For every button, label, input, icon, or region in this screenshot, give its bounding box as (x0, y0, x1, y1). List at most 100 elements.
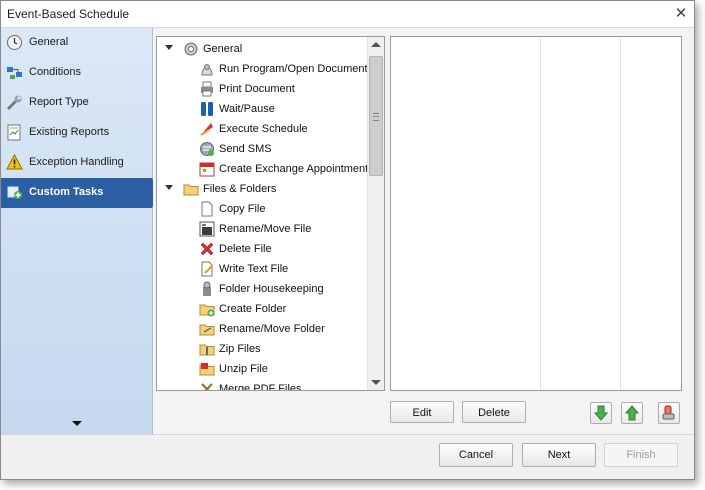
title-bar: Event-Based Schedule ✕ (1, 1, 694, 28)
tree-item[interactable]: Copy File (157, 199, 367, 219)
column-divider (620, 37, 621, 390)
window-title: Event-Based Schedule (7, 7, 130, 21)
sidebar-item-report-type[interactable]: Report Type (1, 88, 152, 118)
sidebar-item-existing-reports[interactable]: Existing Reports (1, 118, 152, 148)
tree-item[interactable]: Execute Schedule (157, 119, 367, 139)
tree-item-label: Wait/Pause (219, 103, 275, 115)
tree-scrollbar[interactable] (367, 37, 384, 390)
gear-icon (184, 42, 198, 56)
sidebar-item-label: General (29, 36, 69, 48)
report-icon (7, 124, 21, 141)
tree-item[interactable]: Wait/Pause (157, 99, 367, 119)
sidebar-item-general[interactable]: General (1, 28, 152, 58)
tree-item[interactable]: Zip Files (157, 339, 367, 359)
write-file-icon (201, 261, 213, 277)
finish-button: Finish (604, 443, 678, 467)
merge-pdf-icon (201, 383, 213, 390)
arrow-down-icon (593, 405, 609, 421)
tree-item-label: Send SMS (219, 143, 272, 155)
tree-item-label: Folder Housekeeping (219, 283, 324, 295)
tree-item-label: Merge PDF Files (219, 383, 302, 391)
close-icon[interactable]: ✕ (668, 1, 694, 27)
tree-item-label: Write Text File (219, 263, 289, 275)
tree-item-label: Create Exchange Appointment (219, 163, 369, 175)
scroll-up-icon[interactable] (371, 42, 381, 47)
tree-item-label: Rename/Move Folder (219, 323, 325, 335)
housekeeping-icon (203, 281, 211, 296)
tree-item-label: Delete File (219, 243, 272, 255)
tree-item-label: Copy File (219, 203, 266, 215)
tree-item-label: Create Folder (219, 303, 287, 315)
tree-item[interactable]: Rename/Move File (157, 219, 367, 239)
zip-icon (199, 344, 215, 356)
arrow-up-icon (624, 405, 640, 421)
copy-file-icon (201, 201, 213, 217)
custom-tasks-icon (7, 186, 22, 199)
sidebar-scroll-down-icon[interactable] (72, 421, 82, 426)
tree-item[interactable]: Create Exchange Appointment (157, 159, 369, 179)
tree-group-files-folders[interactable]: Files & Folders (157, 179, 367, 199)
grip-icon (373, 113, 379, 121)
eraser-icon (662, 405, 675, 420)
sidebar-item-label: Conditions (29, 66, 81, 78)
warning-icon (6, 154, 23, 170)
tree-item[interactable]: Print Document (157, 79, 367, 99)
tree-item[interactable]: Create Folder (157, 299, 367, 319)
sidebar-item-label: Exception Handling (29, 156, 124, 168)
scroll-down-icon[interactable] (371, 380, 381, 385)
tree-item[interactable]: Rename/Move Folder (157, 319, 367, 339)
sidebar-item-exception-handling[interactable]: Exception Handling (1, 148, 152, 178)
collapse-icon[interactable] (165, 185, 173, 190)
rename-folder-icon (199, 324, 215, 336)
sidebar-item-label: Custom Tasks (29, 186, 104, 198)
unzip-icon (199, 363, 215, 376)
rename-file-icon (199, 221, 215, 237)
sidebar-item-label: Report Type (29, 96, 89, 108)
sidebar-item-custom-tasks[interactable]: Custom Tasks (1, 178, 159, 208)
tree-item[interactable]: Write Text File (157, 259, 367, 279)
pause-icon (201, 102, 213, 116)
edit-button[interactable]: Edit (390, 401, 454, 423)
tree-item[interactable]: Run Program/Open Document (157, 59, 368, 79)
execute-icon (200, 123, 213, 136)
folder-icon (183, 184, 199, 196)
tree-item-label: Rename/Move File (219, 223, 312, 235)
tree-item-label: Run Program/Open Document (219, 63, 368, 75)
collapse-icon[interactable] (165, 45, 173, 50)
tree-item[interactable]: Merge PDF Files (157, 379, 367, 391)
conditions-icon (7, 67, 22, 79)
tree-item-label: Unzip File (219, 363, 268, 375)
tree-item[interactable]: Delete File (157, 239, 367, 259)
move-down-button[interactable] (590, 402, 612, 424)
tree-group-label: Files & Folders (203, 183, 277, 195)
clear-button[interactable] (658, 402, 680, 424)
sidebar-nav: General Conditions Report Type Existing … (1, 28, 159, 434)
column-divider (540, 37, 541, 390)
sms-icon (200, 142, 214, 156)
delete-button[interactable]: Delete (462, 401, 526, 423)
next-button[interactable]: Next (522, 443, 596, 467)
sidebar-item-conditions[interactable]: Conditions (1, 58, 152, 88)
tree-item[interactable]: Unzip File (157, 359, 367, 379)
printer-icon (201, 81, 213, 97)
task-tree[interactable]: General Run Program/Open Document Print … (156, 36, 385, 391)
tree-item-label: Execute Schedule (219, 123, 308, 135)
sidebar-item-label: Existing Reports (29, 126, 110, 138)
create-folder-icon (199, 304, 215, 317)
tree-group-general[interactable]: General (157, 39, 367, 59)
tree-group-label: General (203, 43, 243, 55)
wizard-footer: Cancel Next Finish (1, 434, 694, 479)
move-up-button[interactable] (621, 402, 643, 424)
wrench-icon (6, 95, 22, 111)
clock-icon (7, 35, 22, 50)
tree-item[interactable]: Folder Housekeeping (157, 279, 367, 299)
appointment-icon (199, 162, 215, 177)
tree-item-label: Zip Files (219, 343, 261, 355)
event-based-schedule-window: Event-Based Schedule ✕ General Condition… (0, 0, 695, 480)
cancel-button[interactable]: Cancel (439, 443, 513, 467)
content-panel: General Run Program/Open Document Print … (153, 28, 694, 434)
tree-item[interactable]: Send SMS (157, 139, 367, 159)
delete-x-icon (200, 242, 214, 256)
custom-task-list[interactable] (390, 36, 682, 391)
scroll-thumb[interactable] (369, 56, 383, 176)
